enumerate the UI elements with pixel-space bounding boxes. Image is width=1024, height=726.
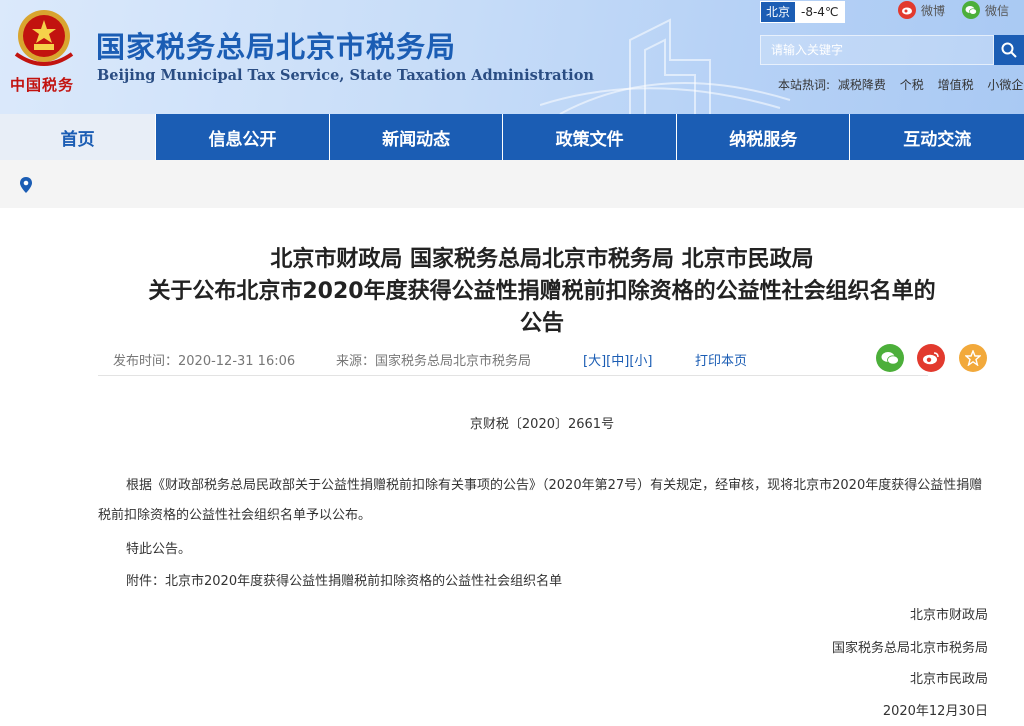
share-wechat-button[interactable] bbox=[876, 344, 904, 372]
article-title-line2: 关于公布北京市2020年度获得公益性捐赠税前扣除资格的公益性社会组织名单的 bbox=[148, 279, 936, 304]
wechat-icon bbox=[962, 1, 980, 19]
article-paragraph: 特此公告。 bbox=[126, 542, 192, 557]
nav-tab-tax-service[interactable]: 纳税服务 bbox=[677, 114, 851, 160]
weixin-link[interactable]: 微信 bbox=[962, 0, 1009, 20]
signatory-tax-bureau: 国家税务总局北京市税务局 bbox=[831, 641, 988, 656]
article-title-line3: 公告 bbox=[519, 311, 564, 336]
search-icon bbox=[1001, 42, 1017, 58]
article-source: 来源：国家税务总局北京市税务局 bbox=[336, 354, 532, 369]
weather-temperature: -8-4℃ bbox=[795, 2, 845, 22]
nav-tab-news[interactable]: 新闻动态 bbox=[330, 114, 504, 160]
font-size-large-button[interactable]: [大] bbox=[583, 354, 606, 369]
hot-word-link[interactable]: 减税降费 bbox=[838, 78, 886, 92]
hot-words: 本站热词: 减税降费 个税 增值税 小微企 bbox=[778, 76, 1024, 93]
search-input[interactable] bbox=[760, 35, 994, 65]
announcement-date: 2020年12月30日 bbox=[882, 704, 988, 719]
location-pin-icon bbox=[20, 177, 32, 193]
signatory-finance-bureau: 北京市财政局 bbox=[909, 608, 988, 623]
document-number: 京财税〔2020〕2661号 bbox=[469, 417, 615, 432]
weather-city: 北京 bbox=[761, 2, 796, 22]
national-emblem-icon bbox=[14, 10, 74, 66]
hot-words-label: 本站热词: bbox=[778, 78, 831, 92]
article-meta: 发布时间：2020-12-31 16:06 来源：国家税务总局北京市税务局 [大… bbox=[98, 346, 928, 376]
weibo-label: 微博 bbox=[921, 3, 946, 18]
search-bar bbox=[760, 35, 1024, 65]
site-subtitle: Beijing Municipal Tax Service, State Tax… bbox=[97, 67, 594, 84]
site-title[interactable]: 国家税务总局北京市税务局 bbox=[96, 24, 456, 66]
article-title-line1: 北京市财政局 国家税务总局北京市税务局 北京市民政局 bbox=[270, 247, 814, 272]
logo-caption: 中国税务 bbox=[10, 76, 75, 94]
hot-word-link[interactable]: 小微企 bbox=[987, 78, 1023, 92]
nav-tab-policy[interactable]: 政策文件 bbox=[503, 114, 677, 160]
breadcrumb bbox=[0, 160, 1024, 208]
hot-word-link[interactable]: 增值税 bbox=[938, 78, 974, 92]
weibo-icon bbox=[923, 352, 939, 365]
share-weibo-button[interactable] bbox=[917, 344, 945, 372]
font-size-small-button[interactable]: [小] bbox=[629, 354, 652, 369]
font-size-medium-button[interactable]: [中] bbox=[606, 354, 629, 369]
weibo-link[interactable]: 微博 bbox=[898, 0, 945, 20]
favorite-button[interactable] bbox=[959, 344, 987, 372]
search-button[interactable] bbox=[994, 35, 1024, 65]
weibo-icon bbox=[898, 1, 916, 19]
hot-word-link[interactable]: 个税 bbox=[900, 78, 924, 92]
weixin-label: 微信 bbox=[985, 3, 1010, 18]
weather-widget: 北京 -8-4℃ bbox=[760, 1, 846, 23]
signatory-civil-affairs-bureau: 北京市民政局 bbox=[909, 672, 988, 687]
attachment-line[interactable]: 附件：北京市2020年度获得公益性捐赠税前扣除资格的公益性社会组织名单 bbox=[98, 567, 990, 597]
article-paragraph: 根据《财政部税务总局民政部关于公益性捐赠税前扣除有关事项的公告》（2020年第2… bbox=[98, 478, 983, 523]
print-button[interactable]: 打印本页 bbox=[695, 350, 747, 369]
site-header: 中国税务 国家税务总局北京市税务局 Beijing Municipal Tax … bbox=[0, 0, 1024, 114]
nav-tab-interaction[interactable]: 互动交流 bbox=[850, 114, 1024, 160]
nav-tab-home[interactable]: 首页 bbox=[0, 114, 157, 160]
main-nav: 首页 信息公开 新闻动态 政策文件 纳税服务 互动交流 bbox=[0, 114, 1024, 160]
wechat-icon bbox=[881, 352, 899, 365]
star-icon bbox=[965, 350, 981, 366]
font-size-switcher: [大][中][小] bbox=[583, 350, 652, 369]
publish-time: 发布时间：2020-12-31 16:06 bbox=[113, 354, 296, 369]
nav-tab-info-disclosure[interactable]: 信息公开 bbox=[156, 114, 330, 160]
